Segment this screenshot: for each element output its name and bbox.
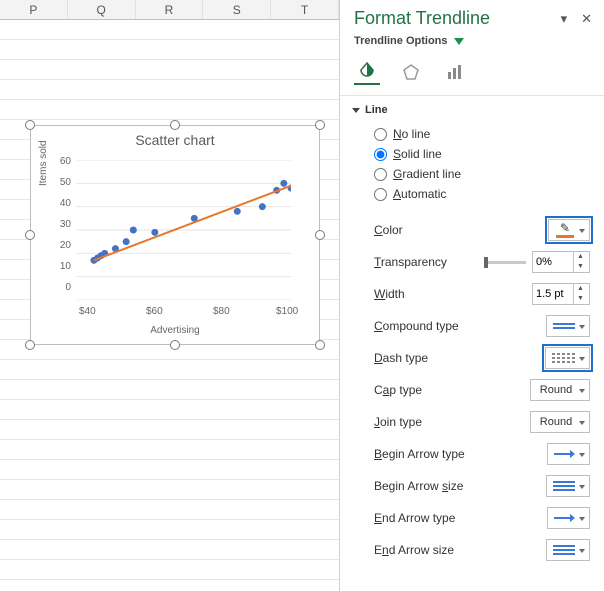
y-tick: 10 bbox=[53, 261, 71, 272]
resize-handle[interactable] bbox=[315, 340, 325, 350]
begin-arrow-type-picker[interactable] bbox=[547, 443, 590, 465]
label-end-arrow-type: End Arrow type bbox=[374, 511, 455, 525]
label-width: Width bbox=[374, 287, 405, 301]
col-header[interactable]: Q bbox=[68, 0, 136, 19]
label-begin-arrow-size: Begin Arrow size bbox=[374, 479, 463, 493]
section-line[interactable]: Line bbox=[340, 96, 604, 122]
label-dash-type: Dash type bbox=[374, 351, 428, 365]
x-tick: $40 bbox=[79, 306, 96, 317]
y-tick: 40 bbox=[53, 198, 71, 209]
transparency-slider[interactable] bbox=[486, 261, 526, 264]
format-trendline-pane: Format Trendline ▾ ✕ Trendline Options L… bbox=[340, 0, 604, 591]
label-join-type: Join type bbox=[374, 415, 422, 429]
col-header[interactable]: S bbox=[203, 0, 271, 19]
color-picker[interactable]: ✎ bbox=[548, 219, 590, 241]
radio-automatic[interactable]: Automatic bbox=[374, 184, 604, 204]
close-icon[interactable]: ✕ bbox=[581, 11, 592, 27]
dash-type-picker[interactable] bbox=[545, 347, 590, 369]
trendline-options-dropdown[interactable]: Trendline Options bbox=[340, 31, 604, 53]
y-tick: 50 bbox=[53, 177, 71, 188]
tab-fill-line[interactable] bbox=[354, 59, 380, 85]
resize-handle[interactable] bbox=[25, 120, 35, 130]
y-tick: 20 bbox=[53, 240, 71, 251]
x-tick: $80 bbox=[213, 306, 230, 317]
y-tick: 60 bbox=[53, 156, 71, 167]
col-header[interactable]: P bbox=[0, 0, 68, 19]
resize-handle[interactable] bbox=[25, 340, 35, 350]
radio-solid-line[interactable]: Solid line bbox=[374, 144, 604, 164]
resize-handle[interactable] bbox=[315, 230, 325, 240]
resize-handle[interactable] bbox=[315, 120, 325, 130]
resize-handle[interactable] bbox=[170, 120, 180, 130]
label-end-arrow-size: End Arrow size bbox=[374, 543, 454, 557]
pane-tabs bbox=[340, 53, 604, 96]
end-arrow-size-picker[interactable] bbox=[546, 539, 590, 561]
pane-title: Format Trendline bbox=[354, 8, 490, 29]
label-transparency: Transparency bbox=[374, 255, 447, 269]
radio-no-line[interactable]: No line bbox=[374, 124, 604, 144]
end-arrow-type-picker[interactable] bbox=[547, 507, 590, 529]
options-label: Trendline Options bbox=[354, 35, 448, 47]
y-tick: 30 bbox=[53, 219, 71, 230]
label-compound-type: Compound type bbox=[374, 319, 459, 333]
radio-gradient-line[interactable]: Gradient line bbox=[374, 164, 604, 184]
resize-handle[interactable] bbox=[25, 230, 35, 240]
col-header[interactable]: R bbox=[136, 0, 204, 19]
x-tick: $100 bbox=[276, 306, 298, 317]
join-type-picker[interactable]: Round bbox=[530, 411, 590, 433]
chevron-down-icon bbox=[454, 38, 464, 45]
spreadsheet-area: P Q R S T Scatter chart Items sold Adver… bbox=[0, 0, 340, 591]
col-header[interactable]: T bbox=[271, 0, 339, 19]
transparency-input[interactable]: ▲▼ bbox=[532, 251, 590, 273]
section-label: Line bbox=[365, 104, 388, 116]
label-begin-arrow-type: Begin Arrow type bbox=[374, 447, 465, 461]
embedded-chart[interactable]: Scatter chart Items sold Advertising 60 … bbox=[30, 125, 320, 345]
y-tick: 0 bbox=[53, 282, 71, 293]
x-axis-label[interactable]: Advertising bbox=[31, 325, 319, 336]
label-cap-type: Cap type bbox=[374, 383, 422, 397]
x-tick: $60 bbox=[146, 306, 163, 317]
chart-plot-area[interactable] bbox=[76, 160, 291, 300]
column-headers: P Q R S T bbox=[0, 0, 339, 20]
width-input[interactable]: ▲▼ bbox=[532, 283, 590, 305]
line-style-radios: No line Solid line Gradient line Automat… bbox=[340, 122, 604, 210]
caret-down-icon bbox=[352, 108, 360, 113]
pane-menu-button[interactable]: ▾ bbox=[561, 11, 568, 27]
begin-arrow-size-picker[interactable] bbox=[546, 475, 590, 497]
resize-handle[interactable] bbox=[170, 340, 180, 350]
y-axis-label[interactable]: Items sold bbox=[38, 140, 49, 186]
compound-type-picker[interactable] bbox=[546, 315, 590, 337]
tab-trendline-options[interactable] bbox=[442, 59, 468, 85]
label-color: Color bbox=[374, 223, 403, 237]
tab-effects[interactable] bbox=[398, 59, 424, 85]
cap-type-picker[interactable]: Round bbox=[530, 379, 590, 401]
